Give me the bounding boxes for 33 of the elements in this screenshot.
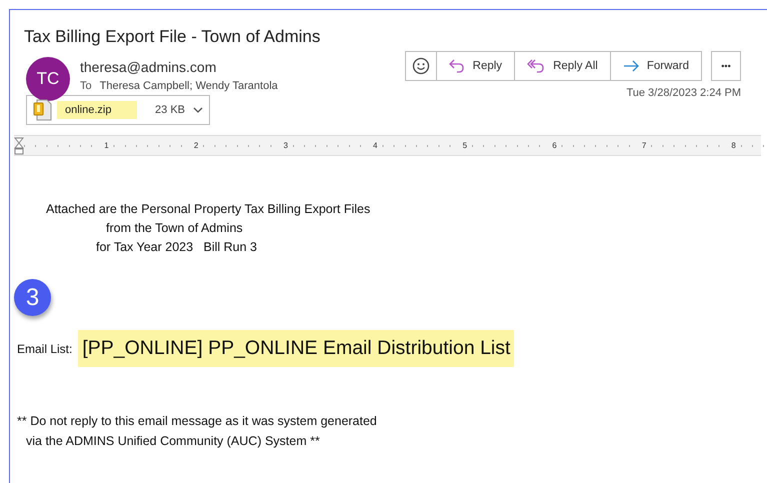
attachment-name: online.zip — [57, 101, 138, 119]
smiley-icon — [412, 57, 430, 75]
ruler-number: 3 — [281, 141, 290, 150]
zip-file-icon — [33, 99, 53, 121]
ruler-number: 1 — [102, 141, 111, 150]
forward-arrow-icon — [622, 60, 639, 72]
email-list-label: Email List: — [17, 342, 72, 356]
ruler-number: 8 — [729, 141, 738, 150]
attachment-size: 23 KB — [155, 104, 185, 116]
message-text: for Tax Year 2023 Bill Run 3 — [96, 240, 257, 254]
step-badge: 3 — [14, 279, 51, 316]
footer-note: via the ADMINS Unified Community (AUC) System ** — [26, 434, 320, 448]
message-text: Attached are the Personal Property Tax Billing Export Files — [46, 202, 370, 216]
ruler-number: 2 — [192, 141, 201, 150]
ruler-number: 6 — [550, 141, 559, 150]
to-label: To — [80, 80, 92, 92]
sent-date: Tue 3/28/2023 2:24 PM — [626, 87, 741, 99]
message-text: from the Town of Admins — [106, 221, 243, 235]
reply-all-icon — [527, 59, 546, 73]
recipients: Theresa Campbell; Wendy Tarantola — [100, 80, 278, 92]
distribution-list-name: [PP_ONLINE] PP_ONLINE Email Distribution List — [78, 330, 514, 367]
footer-note: ** Do not reply to this email message as it was system generated — [17, 414, 377, 428]
ruler-number: 5 — [460, 141, 470, 150]
sender-avatar: TC — [26, 57, 70, 101]
indent-marker-icon[interactable] — [14, 136, 24, 154]
ruler-number: 7 — [640, 141, 649, 150]
chevron-down-icon — [193, 106, 203, 114]
more-button[interactable]: ••• — [711, 51, 741, 81]
sender-address: theresa@admins.com — [80, 59, 218, 75]
attachment-chip[interactable]: online.zip 23 KB — [26, 95, 210, 125]
email-subject: Tax Billing Export File - Town of Admins — [23, 26, 322, 47]
ruler-number: 4 — [370, 141, 380, 150]
reply-icon — [448, 59, 465, 73]
